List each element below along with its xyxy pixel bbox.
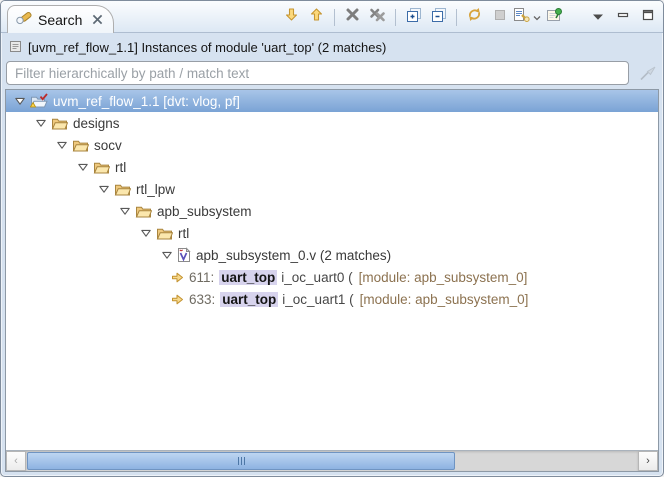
match-highlight: uart_top <box>220 291 279 307</box>
expand-all-button[interactable] <box>402 6 425 28</box>
tree-row-label: apb_subsystem_0.v (2 matches) <box>196 247 392 263</box>
tree-row-label: designs <box>73 115 120 131</box>
remove-match-icon <box>345 7 360 27</box>
search-summary: [uvm_ref_flow_1.1] Instances of module '… <box>1 33 663 58</box>
clear-filter-icon[interactable] <box>636 64 658 82</box>
folder-icon <box>156 226 173 241</box>
minimize-icon <box>617 8 629 26</box>
pin-search-view-button[interactable] <box>543 6 566 28</box>
expand-toggle-icon[interactable] <box>34 117 47 129</box>
folder-icon <box>114 182 131 197</box>
results-panel: uvm_ref_flow_1.1 [dvt: vlog, pf] designs s… <box>5 89 659 472</box>
search-summary-text: [uvm_ref_flow_1.1] Instances of module '… <box>28 40 387 55</box>
toolbar-separator <box>395 8 396 26</box>
tree-row[interactable]: rtl <box>6 156 658 178</box>
results-tree[interactable]: uvm_ref_flow_1.1 [dvt: vlog, pf] designs s… <box>6 90 658 450</box>
minimize-view-button[interactable] <box>611 6 634 28</box>
tree-row[interactable]: socv <box>6 134 658 156</box>
expand-all-icon <box>406 7 422 28</box>
search-history-icon <box>513 7 531 28</box>
remove-all-matches-button[interactable] <box>366 6 389 28</box>
show-next-match-button[interactable] <box>280 6 303 28</box>
scroll-right-icon[interactable]: › <box>638 451 658 471</box>
search-view-window: Search [uvm_ref_flow_1.1] Instances of m… <box>0 0 664 477</box>
view-toolbar <box>280 6 659 32</box>
tree-row[interactable]: uvm_ref_flow_1.1 [dvt: vlog, pf] <box>6 90 658 112</box>
search-result-icon <box>9 40 22 56</box>
match-decoration: [module: apb_subsystem_0] <box>359 291 529 307</box>
tree-row[interactable]: rtl_lpw <box>6 178 658 200</box>
match-arrow-icon <box>171 293 184 306</box>
arrow-down-icon <box>283 6 300 28</box>
tree-row[interactable]: designs <box>6 112 658 134</box>
toolbar-separator <box>334 8 335 26</box>
verilog-file-icon <box>177 247 191 263</box>
arrow-up-icon <box>308 6 325 28</box>
tree-row-label: rtl <box>115 159 127 175</box>
folder-icon <box>72 138 89 153</box>
filter-row <box>1 58 663 89</box>
expand-toggle-icon[interactable] <box>76 161 89 173</box>
refresh-icon <box>466 6 483 28</box>
scroll-left-icon[interactable]: ‹ <box>6 451 26 471</box>
chevron-down-icon[interactable] <box>533 8 541 26</box>
cancel-search-button[interactable] <box>488 6 511 28</box>
tree-row-label: apb_subsystem <box>157 203 252 219</box>
folder-icon <box>51 116 68 131</box>
search-flashlight-icon <box>15 10 32 29</box>
tree-row-label: rtl_lpw <box>136 181 176 197</box>
match-line-number: 611: <box>189 269 215 285</box>
view-menu-icon <box>592 8 604 26</box>
filter-input[interactable] <box>6 61 629 85</box>
folder-icon <box>93 160 110 175</box>
tree-row-label: rtl <box>178 225 190 241</box>
match-decoration: [module: apb_subsystem_0] <box>358 269 528 285</box>
tree-row[interactable]: apb_subsystem_0.v (2 matches) <box>6 244 658 266</box>
pin-icon <box>546 7 563 28</box>
expand-toggle-icon[interactable] <box>139 227 152 239</box>
tree-row-label: socv <box>94 137 122 153</box>
tab-search[interactable]: Search <box>7 5 115 33</box>
collapse-all-icon <box>431 7 447 28</box>
expand-toggle-icon[interactable] <box>97 183 110 195</box>
tab-label: Search <box>38 11 83 28</box>
expand-toggle-icon[interactable] <box>118 205 131 217</box>
scrollbar-thumb[interactable] <box>27 452 456 470</box>
match-text: i_oc_uart1 ( <box>282 291 354 307</box>
run-search-again-button[interactable] <box>463 6 486 28</box>
toolbar-separator <box>456 8 457 26</box>
maximize-view-button[interactable] <box>636 6 659 28</box>
close-icon[interactable] <box>92 14 103 25</box>
remove-selected-match-button[interactable] <box>341 6 364 28</box>
project-icon <box>30 93 48 109</box>
folder-icon <box>135 204 152 219</box>
collapse-all-button[interactable] <box>427 6 450 28</box>
expand-toggle-icon[interactable] <box>160 249 173 261</box>
tree-row[interactable]: apb_subsystem <box>6 200 658 222</box>
tab-bar: Search <box>1 1 663 33</box>
expand-toggle-icon[interactable] <box>13 95 26 107</box>
maximize-icon <box>642 8 654 26</box>
window-frame-bottom <box>1 472 663 476</box>
match-line-number: 633: <box>189 291 216 307</box>
expand-toggle-icon[interactable] <box>55 139 68 151</box>
match-arrow-icon <box>171 271 184 284</box>
previous-search-results-button[interactable] <box>513 6 541 28</box>
scrollbar-track[interactable] <box>26 451 638 471</box>
remove-all-matches-icon <box>369 7 386 28</box>
tree-row-label: uvm_ref_flow_1.1 [dvt: vlog, pf] <box>53 93 240 109</box>
match-row[interactable]: 633: uart_top i_oc_uart1 ( [module: apb_sub… <box>6 288 658 310</box>
view-menu-button[interactable] <box>586 6 609 28</box>
stop-icon <box>493 8 507 27</box>
horizontal-scrollbar[interactable]: ‹ › <box>6 450 658 471</box>
match-text: i_oc_uart0 ( <box>281 269 353 285</box>
show-previous-match-button[interactable] <box>305 6 328 28</box>
match-row[interactable]: 611: uart_top i_oc_uart0 ( [module: apb_sub… <box>6 266 658 288</box>
match-highlight: uart_top <box>219 269 278 285</box>
tree-row[interactable]: rtl <box>6 222 658 244</box>
